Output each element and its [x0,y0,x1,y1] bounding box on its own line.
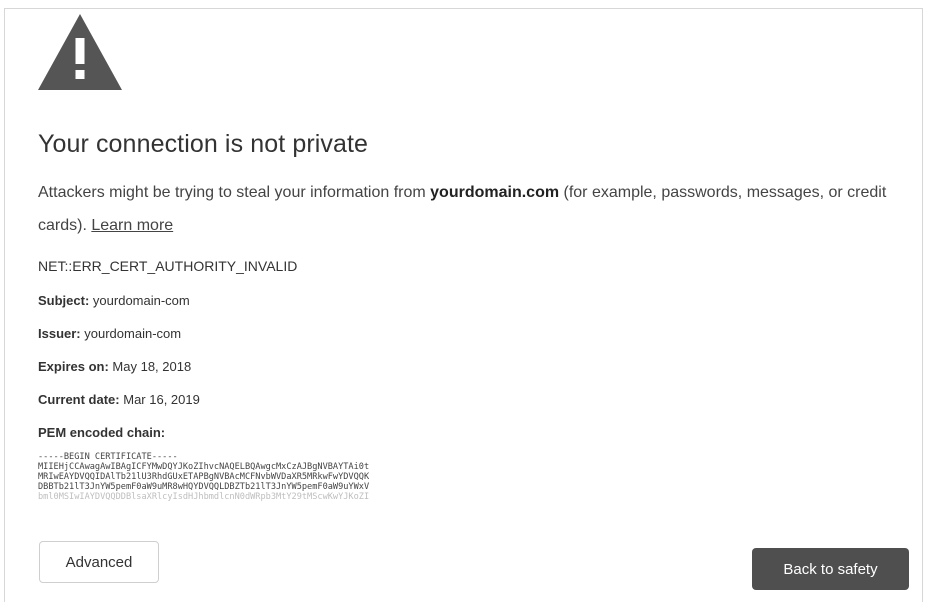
pem-line: DBBTb21lT3JnYW5pemF0aW9uMR8wHQYDVQQLDBZT… [38,482,370,492]
detail-label: Current date: [38,392,120,407]
pem-line: MRIwEAYDVQQIDAlTb21lU3RhdGUxETAPBgNVBAcM… [38,472,370,482]
detail-label: Issuer: [38,326,81,341]
intro-prefix: Attackers might be trying to steal your … [38,184,431,201]
page-title: Your connection is not private [38,130,369,158]
intro-domain: yourdomain.com [430,184,560,201]
pem-encoded-chain: -----BEGIN CERTIFICATE----- MIIEHjCCAwagA… [38,452,598,502]
intro-text: Attackers might be trying to steal your … [38,176,898,242]
detail-expires: Expires on: May 18, 2018 [38,359,191,374]
back-to-safety-button[interactable]: Back to safety [752,548,909,590]
detail-label: Expires on: [38,359,109,374]
detail-label: Subject: [38,293,90,308]
detail-current-date: Current date: Mar 16, 2019 [38,392,200,407]
detail-issuer: Issuer: yourdomain-com [38,326,181,341]
detail-label: PEM encoded chain: [38,425,166,440]
detail-value: Mar 16, 2019 [123,392,200,407]
detail-subject: Subject: yourdomain-com [38,293,190,308]
error-code: NET::ERR_CERT_AUTHORITY_INVALID [38,258,298,274]
detail-pem-heading: PEM encoded chain: [38,425,165,440]
detail-value: May 18, 2018 [112,359,192,374]
detail-value: yourdomain-com [92,293,190,308]
pem-line: MIIEHjCCAwagAwIBAgICFYMwDQYJKoZIhvcNAQEL… [38,462,370,472]
detail-value: yourdomain-com [84,326,182,341]
pem-line: bml0MSIwIAYDVQQDDBlsaXRlcyIsdHJhbmdlcnN0… [38,492,370,502]
advanced-button[interactable]: Advanced [39,541,159,583]
pem-line: -----BEGIN CERTIFICATE----- [38,452,178,462]
learn-more-link[interactable]: Learn more [91,217,173,234]
warning-triangle-icon [38,14,122,90]
